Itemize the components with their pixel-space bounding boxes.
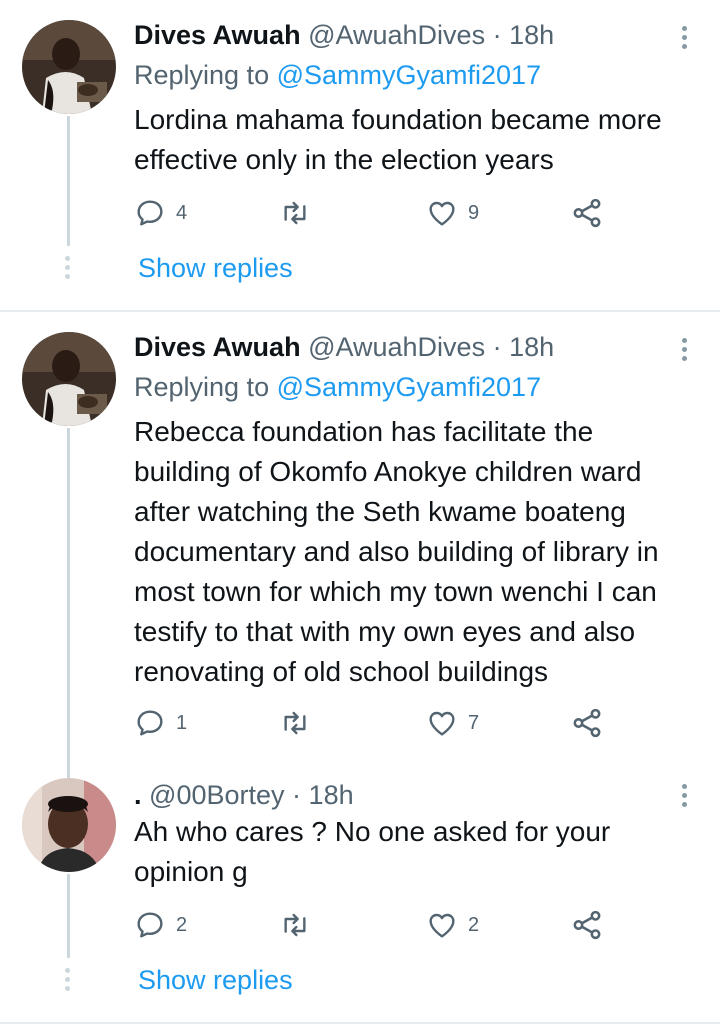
retweet-button[interactable] — [278, 196, 322, 230]
show-replies-link[interactable]: Show replies — [138, 965, 293, 996]
person-photo-icon — [22, 20, 116, 114]
tweet[interactable]: Dives Awuah @AwuahDives · 18h Replying t… — [0, 0, 720, 311]
retweet-button[interactable] — [278, 908, 322, 942]
mention-link[interactable]: @SammyGyamfi2017 — [277, 372, 542, 402]
display-name[interactable]: Dives Awuah — [134, 20, 301, 50]
replying-to: Replying to @SammyGyamfi2017 — [134, 58, 541, 92]
share-button[interactable] — [570, 706, 604, 740]
like-button[interactable]: 9 — [426, 196, 479, 230]
heart-icon — [429, 913, 455, 938]
separator: · — [492, 20, 502, 50]
reply-icon — [137, 912, 163, 938]
thread-line — [67, 116, 70, 246]
share-icon — [573, 708, 601, 738]
reply-count: 1 — [176, 711, 188, 734]
tweet-header: Dives Awuah @AwuahDives · 18h — [134, 330, 554, 364]
tweet-actions: 4 9 — [134, 196, 604, 230]
reply-count: 2 — [176, 913, 188, 936]
user-handle[interactable]: @AwuahDives — [308, 20, 485, 50]
share-button[interactable] — [570, 908, 604, 942]
thread-dots — [65, 968, 71, 995]
mention-link[interactable]: @SammyGyamfi2017 — [277, 60, 542, 90]
reply-button[interactable]: 4 — [134, 196, 187, 230]
share-icon — [573, 198, 601, 228]
replying-to-label: Replying to — [134, 60, 277, 90]
reply-icon — [137, 200, 163, 226]
retweet-button[interactable] — [278, 706, 322, 740]
replying-to-label: Replying to — [134, 372, 277, 402]
thread-line — [67, 740, 70, 778]
heart-icon — [429, 201, 455, 226]
person-photo-icon — [22, 332, 116, 426]
like-count: 2 — [468, 913, 480, 936]
display-name[interactable]: Dives Awuah — [134, 332, 301, 362]
timestamp[interactable]: 18h — [309, 780, 354, 810]
tweet-text: Lordina mahama foundation became more ef… — [134, 104, 662, 175]
thread-line — [67, 428, 70, 740]
reply-button[interactable]: 2 — [134, 908, 187, 942]
replying-to: Replying to @SammyGyamfi2017 — [134, 370, 541, 404]
reply-icon — [137, 710, 163, 736]
avatar[interactable] — [22, 332, 116, 426]
avatar[interactable] — [22, 778, 116, 872]
more-options-icon[interactable] — [682, 26, 690, 53]
retweet-icon — [284, 913, 306, 937]
user-handle[interactable]: @AwuahDives — [308, 332, 485, 362]
separator: · — [492, 332, 502, 362]
retweet-icon — [284, 711, 306, 735]
tweet-text: Rebecca foundation has facilitate the bu… — [134, 416, 659, 687]
thread-dots — [65, 256, 71, 283]
more-options-icon[interactable] — [682, 338, 690, 365]
share-icon — [573, 910, 601, 940]
like-count: 9 — [468, 201, 480, 224]
share-button[interactable] — [570, 196, 604, 230]
thread-line — [67, 874, 70, 958]
timestamp[interactable]: 18h — [509, 20, 554, 50]
tweet[interactable]: Dives Awuah @AwuahDives · 18h Replying t… — [0, 312, 720, 740]
person-photo-icon — [22, 778, 116, 872]
retweet-icon — [284, 201, 306, 225]
tweet-actions: 1 7 — [134, 706, 604, 740]
timestamp[interactable]: 18h — [509, 332, 554, 362]
user-handle[interactable]: @00Bortey — [149, 780, 284, 810]
like-count: 7 — [468, 711, 480, 734]
separator: · — [292, 780, 302, 810]
tweet-actions: 2 2 — [134, 908, 604, 942]
heart-icon — [429, 711, 455, 736]
tweet-header: Dives Awuah @AwuahDives · 18h — [134, 18, 554, 52]
avatar[interactable] — [22, 20, 116, 114]
display-name[interactable]: . — [134, 780, 142, 810]
reply-button[interactable]: 1 — [134, 706, 187, 740]
tweet-header: . @00Bortey · 18h — [134, 778, 354, 812]
reply-count: 4 — [176, 201, 188, 224]
like-button[interactable]: 7 — [426, 706, 479, 740]
show-replies-link[interactable]: Show replies — [138, 253, 293, 284]
tweet[interactable]: . @00Bortey · 18h Ah who cares ? No one … — [0, 740, 720, 1024]
like-button[interactable]: 2 — [426, 908, 479, 942]
tweet-text: Ah who cares ? No one asked for your opi… — [134, 816, 611, 887]
more-options-icon[interactable] — [682, 784, 690, 811]
